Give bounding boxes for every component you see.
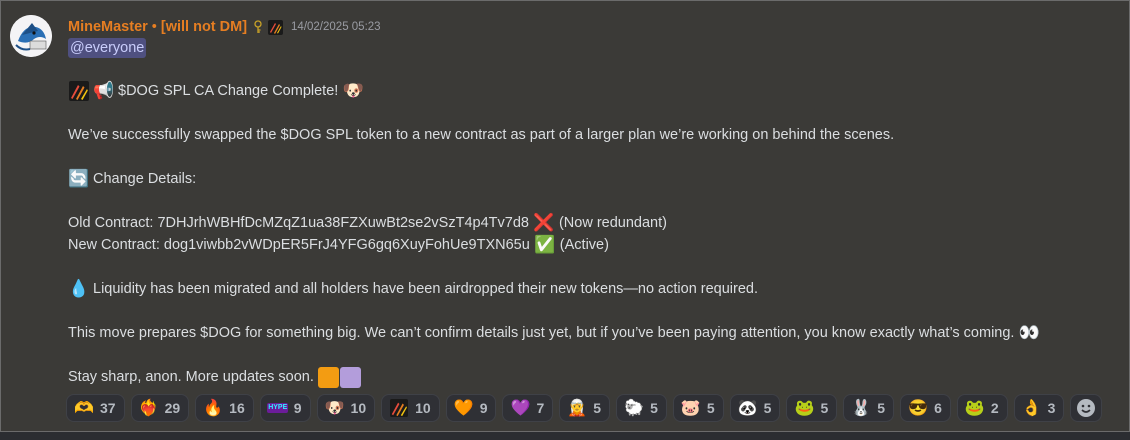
reaction-count: 5 xyxy=(877,400,886,416)
sticker-1-icon: 🧝 xyxy=(567,400,588,417)
old-contract-text: Old Contract: 7DHJrhWBHfDcMZqZ1ua38FZXuw… xyxy=(68,215,529,231)
reaction-count: 10 xyxy=(350,400,367,416)
reaction-button[interactable]: 10 xyxy=(381,394,440,422)
old-contract-status: (Now redundant) xyxy=(558,215,667,231)
message-divider xyxy=(0,432,1130,440)
purple-square-icon xyxy=(339,366,361,388)
dog-face-icon: 🐶 xyxy=(324,400,345,417)
add-reaction-button[interactable] xyxy=(1070,394,1103,422)
reaction-button[interactable]: 🐰 5 xyxy=(843,394,895,422)
headline-text: $DOG SPL CA Change Complete! xyxy=(118,83,339,99)
droplet-icon: 💧 xyxy=(68,279,90,298)
reaction-count: 16 xyxy=(229,400,245,416)
reaction-button[interactable]: 🐷 5 xyxy=(672,394,724,422)
everyone-mention[interactable]: @everyone xyxy=(68,38,147,58)
reactions-bar: 🫶 37 ❤️‍🔥 29 🔥 16 HYPE 9 🐶 10 10 🧡 9 💜 7 🧝 5 🐑 5 🐷 5 🐼 5 🐸 5 🐰 5 😎 6… xyxy=(66,394,1103,422)
megaphone-icon: 📢 xyxy=(93,81,115,100)
reaction-button[interactable]: 👌 3 xyxy=(1013,394,1065,422)
purple-heart-icon: 💜 xyxy=(510,400,531,417)
reaction-count: 3 xyxy=(1047,400,1056,416)
reaction-count: 5 xyxy=(820,400,829,416)
liquidity-text: Liquidity has been migrated and all hold… xyxy=(93,281,759,297)
sticker-2-icon: 🐑 xyxy=(624,400,645,417)
orange-heart-icon: 🧡 xyxy=(453,400,474,417)
avatar-image xyxy=(10,15,52,57)
message-container: MineMaster • [will not DM] 14/02/2025 05… xyxy=(0,0,1130,432)
reaction-button[interactable]: 🧡 9 xyxy=(445,394,497,422)
eyes-icon: 👀 xyxy=(1018,323,1041,342)
server-logo-icon xyxy=(68,81,90,101)
reaction-count: 9 xyxy=(479,400,488,416)
reaction-count: 9 xyxy=(293,400,302,416)
user-tag[interactable]: [will not DM] xyxy=(161,19,247,35)
signoff-text: Stay sharp, anon. More updates soon. xyxy=(68,369,314,385)
role-icon[interactable] xyxy=(253,20,263,34)
intro-text: We’ve successfully swapped the $DOG SPL … xyxy=(68,127,895,143)
reaction-button[interactable]: 😎 6 xyxy=(900,394,951,422)
reaction-button[interactable]: 💜 7 xyxy=(502,394,554,422)
new-contract-line: New Contract: dog1viwbb2vWDpER5FrJ4YFG6g… xyxy=(68,235,609,255)
dog-face-icon: 🐶 xyxy=(342,81,364,100)
sticker-6-icon: 🐰 xyxy=(851,400,872,417)
reaction-button[interactable]: 🔥 16 xyxy=(195,394,254,422)
reaction-button[interactable]: 🐑 5 xyxy=(616,394,667,422)
hype-icon: HYPE xyxy=(267,398,289,418)
cross-mark-icon: ❌ xyxy=(533,213,555,232)
server-tag-icon[interactable] xyxy=(268,19,284,35)
new-contract-status: (Active) xyxy=(559,237,609,253)
old-contract-line: Old Contract: 7DHJrhWBHfDcMZqZ1ua38FZXuw… xyxy=(68,213,667,233)
prepares-text: This move prepares $DOG for something bi… xyxy=(68,325,1015,341)
sticker-5-icon: 🐸 xyxy=(794,400,815,417)
reaction-count: 5 xyxy=(763,400,772,416)
refresh-icon: 🔄 xyxy=(68,169,90,188)
fire-heart-icon: ❤️‍🔥 xyxy=(138,400,159,417)
reaction-count: 7 xyxy=(536,400,545,416)
signoff-line: Stay sharp, anon. More updates soon. xyxy=(68,366,361,388)
reaction-button[interactable]: 🐸 2 xyxy=(956,394,1008,422)
sunglasses-icon: 😎 xyxy=(908,400,929,417)
reaction-button[interactable]: ❤️‍🔥 29 xyxy=(130,394,190,422)
reaction-count: 6 xyxy=(934,400,942,416)
pepe-icon: 🐸 xyxy=(964,400,985,417)
username-separator: • xyxy=(151,19,157,35)
reaction-count: 5 xyxy=(650,400,658,416)
reaction-button[interactable]: 🫶 37 xyxy=(66,394,125,422)
server-logo-icon xyxy=(389,398,409,418)
reaction-count: 5 xyxy=(593,400,602,416)
reaction-button[interactable]: 🐼 5 xyxy=(729,394,781,422)
reaction-button[interactable]: 🐶 10 xyxy=(316,394,376,422)
reaction-button[interactable]: 🧝 5 xyxy=(559,394,611,422)
check-mark-icon: ✅ xyxy=(534,235,556,254)
reaction-count: 5 xyxy=(706,400,715,416)
username[interactable]: MineMaster xyxy=(68,19,148,35)
timestamp[interactable]: 14/02/2025 05:23 xyxy=(291,21,381,33)
fire-icon: 🔥 xyxy=(203,400,224,417)
avatar[interactable] xyxy=(10,15,52,57)
sticker-4-icon: 🐼 xyxy=(737,400,758,417)
reaction-count: 29 xyxy=(164,400,181,416)
message-header: MineMaster • [will not DM] 14/02/2025 05… xyxy=(68,18,381,36)
headline-line: 📢 $DOG SPL CA Change Complete! 🐶 xyxy=(68,81,368,101)
hype-badge-text: HYPE xyxy=(267,403,289,413)
orange-square-icon xyxy=(317,366,339,388)
reaction-button[interactable]: 🐸 5 xyxy=(786,394,838,422)
liquidity-line: 💧 Liquidity has been migrated and all ho… xyxy=(68,279,758,299)
change-details-label: Change Details: xyxy=(93,171,197,187)
new-contract-text: New Contract: dog1viwbb2vWDpER5FrJ4YFG6g… xyxy=(68,237,530,253)
add-reaction-icon xyxy=(1077,399,1096,417)
reaction-count: 2 xyxy=(990,400,999,416)
sticker-3-icon: 🐷 xyxy=(680,400,701,417)
reaction-count: 10 xyxy=(415,400,431,416)
prepares-line: This move prepares $DOG for something bi… xyxy=(68,323,1044,343)
reaction-count: 37 xyxy=(100,400,116,416)
ok-hand-icon: 👌 xyxy=(1021,400,1042,417)
reaction-button[interactable]: HYPE 9 xyxy=(259,394,311,422)
change-details-line: 🔄 Change Details: xyxy=(68,169,196,189)
pepe-hands-icon: 🫶 xyxy=(74,400,94,417)
